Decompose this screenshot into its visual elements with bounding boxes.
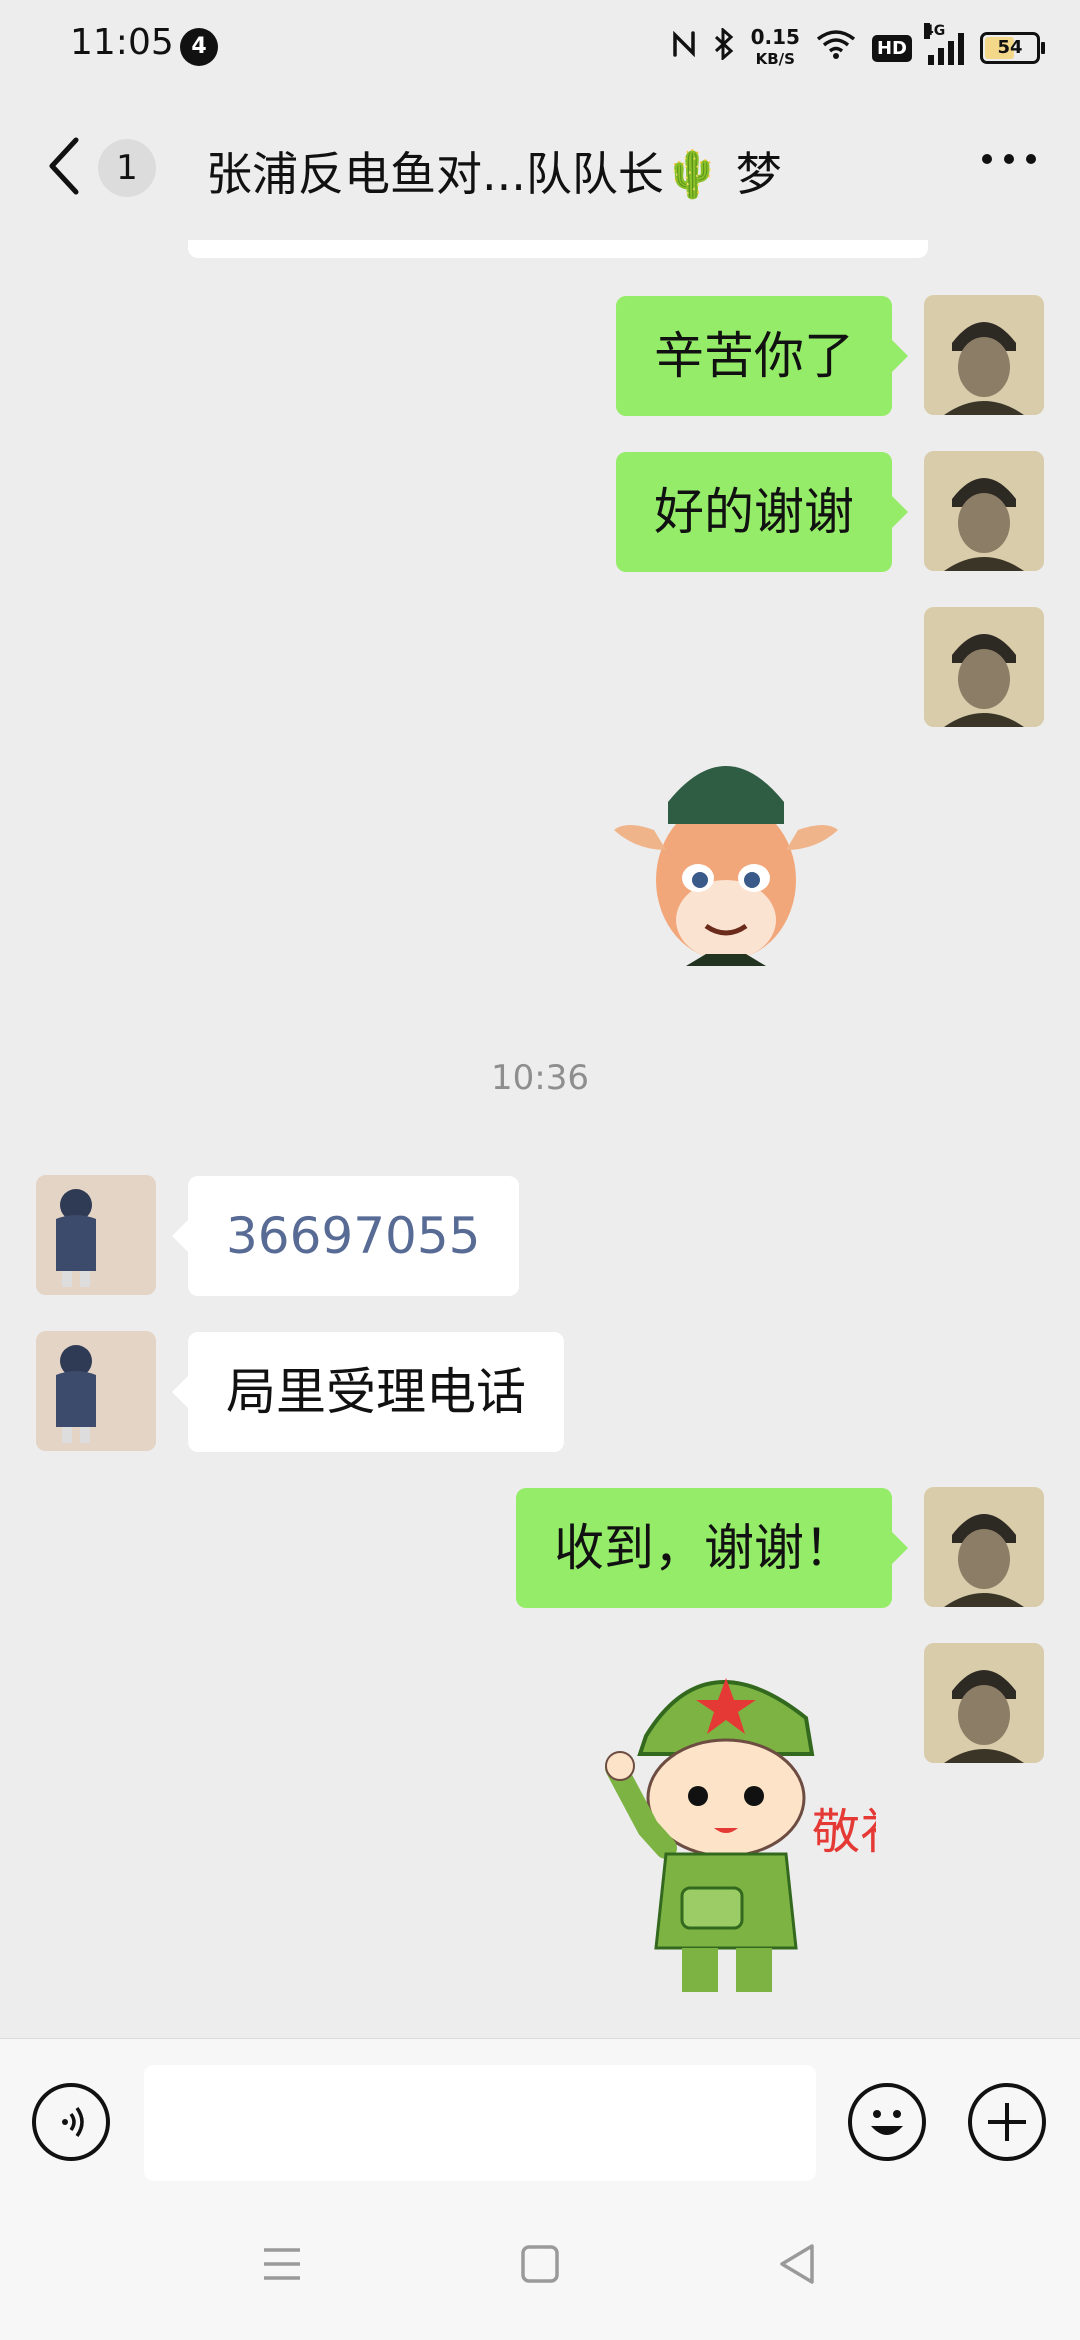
my-avatar[interactable]	[924, 607, 1044, 727]
menu-icon	[264, 2248, 300, 2280]
battery-icon: 54	[980, 32, 1045, 64]
partial-message-bubble	[188, 240, 928, 258]
contact-message-bubble[interactable]: 36697055	[172, 1176, 519, 1296]
contact-message-bubble[interactable]: 局里受理电话	[172, 1332, 564, 1452]
my-avatar[interactable]	[924, 451, 1044, 571]
soldier-portrait-icon	[924, 1487, 1044, 1607]
wifi-icon	[816, 29, 856, 67]
deer-in-cap-sticker[interactable]	[606, 740, 846, 970]
soldier-portrait-icon	[924, 1643, 1044, 1763]
home-button[interactable]	[510, 2234, 570, 2294]
network-type: 4G	[924, 23, 946, 39]
message-list[interactable]: 辛苦你了 好的谢谢 10:36 36697055 局里受理电话 收到，谢谢！ 敬	[0, 240, 1080, 2038]
battery-level: 54	[997, 37, 1023, 58]
soldier-portrait-icon	[924, 295, 1044, 415]
system-back-button[interactable]	[768, 2234, 828, 2294]
square-icon	[521, 2245, 559, 2283]
network-speed-value: 0.15	[750, 25, 800, 49]
triangle-back-icon	[780, 2244, 814, 2284]
contact-avatar[interactable]	[36, 1331, 156, 1451]
hd-badge: HD	[871, 34, 912, 62]
my-message-bubble[interactable]: 好的谢谢	[616, 452, 908, 572]
soldier-portrait-icon	[924, 607, 1044, 727]
more-options-button[interactable]	[982, 154, 1036, 164]
network-speed: 0.15 KB/S	[751, 26, 800, 70]
status-icons: 0.15 KB/S HD 4G 54	[671, 20, 1045, 76]
message-timestamp: 10:36	[491, 1058, 589, 1098]
saluting-soldier-sticker[interactable]: 敬礼	[586, 1648, 908, 2008]
my-avatar[interactable]	[924, 1643, 1044, 1763]
unread-count-badge[interactable]: 1	[98, 139, 156, 197]
network-speed-unit: KB/S	[755, 50, 795, 68]
chat-header: 1 张浦反电鱼对...队队长🌵 梦	[0, 96, 1080, 240]
cell-signal-icon: 4G	[924, 23, 964, 65]
system-nav-bar	[0, 2188, 1080, 2340]
my-message-bubble[interactable]: 辛苦你了	[616, 296, 908, 416]
my-message-bubble[interactable]: 收到，谢谢！	[516, 1488, 908, 1608]
soldier-portrait-icon	[924, 451, 1044, 571]
my-avatar[interactable]	[924, 1487, 1044, 1607]
sticker-caption: 敬礼	[812, 1806, 876, 1859]
voice-icon	[62, 2106, 84, 2138]
back-button[interactable]	[44, 136, 84, 196]
chat-title: 张浦反电鱼对...队队长🌵 梦	[206, 147, 782, 201]
contact-avatar[interactable]	[36, 1175, 156, 1295]
status-time: 11:05	[70, 22, 174, 63]
plus-icon	[988, 2103, 1026, 2141]
message-input[interactable]	[144, 2065, 816, 2181]
plus-button[interactable]	[968, 2083, 1046, 2161]
my-avatar[interactable]	[924, 295, 1044, 415]
voice-button[interactable]	[32, 2083, 110, 2161]
bluetooth-icon	[713, 26, 735, 68]
chevron-left-icon	[49, 137, 79, 195]
emoji-icon	[871, 2110, 903, 2135]
emoji-button[interactable]	[848, 2083, 926, 2161]
input-bar	[0, 2038, 1080, 2189]
notification-count-badge: 4	[180, 28, 218, 66]
child-photo-icon	[36, 1175, 156, 1295]
status-bar: 11:05 4 0.15 KB/S HD 4G 54	[0, 0, 1080, 96]
nfc-icon	[671, 29, 697, 67]
recent-apps-button[interactable]	[252, 2234, 312, 2294]
more-dot-icon	[982, 154, 992, 164]
child-photo-icon	[36, 1331, 156, 1451]
